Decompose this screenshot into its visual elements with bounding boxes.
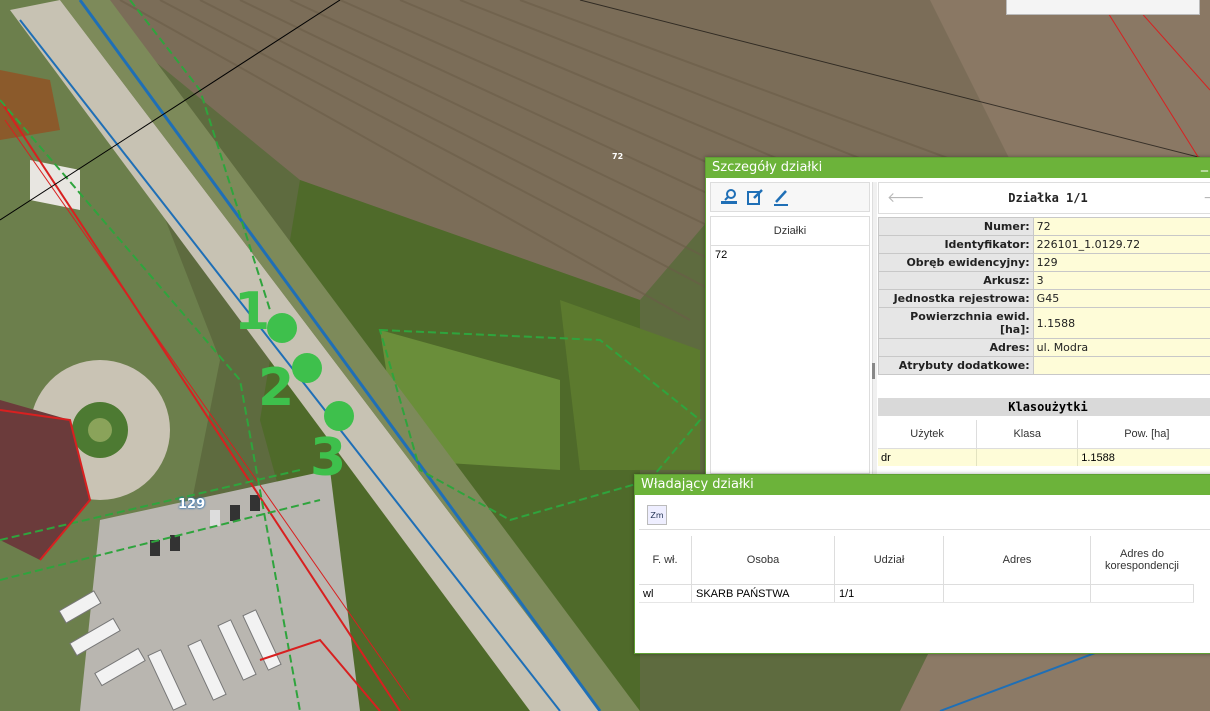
col-udzial[interactable]: Udział <box>834 536 944 585</box>
cell-uzytek: dr <box>878 448 978 466</box>
col-uzytek[interactable]: Użytek <box>878 420 978 449</box>
prop-row-obreb: Obręb ewidencyjny: 129 <box>878 253 1210 272</box>
draw-button[interactable] <box>771 187 791 207</box>
prop-value: G45 <box>1032 289 1210 308</box>
prop-key: Powierzchnia ewid. [ha]: <box>878 307 1034 339</box>
prop-key: Identyfikator: <box>878 235 1034 254</box>
parcel-list-item[interactable]: 72 <box>711 246 869 264</box>
prop-row-numer: Numer: 72 <box>878 217 1210 236</box>
prop-value: 226101_1.0129.72 <box>1032 235 1210 254</box>
map-top-control[interactable] <box>1006 0 1200 15</box>
zoom-to-parcel-icon <box>721 189 737 204</box>
details-title-bar[interactable]: Szczegóły działki _ <box>706 158 1210 178</box>
marker-label-3: 3 <box>310 428 347 488</box>
zm-changes-button[interactable]: Zm <box>647 505 667 525</box>
prop-value: 129 <box>1032 253 1210 272</box>
marker-dot-1 <box>267 313 297 343</box>
prop-key: Atrybuty dodatkowe: <box>878 356 1034 375</box>
parcel-properties-table: Numer: 72 Identyfikator: 226101_1.0129.7… <box>878 217 1210 375</box>
table-row[interactable]: dr 1.1588 <box>878 448 1210 466</box>
prop-key: Adres: <box>878 338 1034 357</box>
next-parcel-arrow-icon[interactable]: 🡒 <box>1203 189 1210 207</box>
col-adres-korespondencji[interactable]: Adres do korespondencji <box>1090 536 1193 585</box>
cell-udzial: 1/1 <box>834 584 944 603</box>
marker-label-2: 2 <box>258 358 295 418</box>
edit-parcel-button[interactable] <box>745 187 765 207</box>
klasouzytki-header-row: Użytek Klasa Pow. [ha] <box>878 420 1210 449</box>
parcel-list: Działki 72 <box>710 216 870 474</box>
marker-dot-3 <box>324 401 354 431</box>
prop-row-jednostka: Jednostka rejestrowa: G45 <box>878 289 1210 308</box>
owners-table: F. wł. Osoba Udział Adres Adres do kores… <box>639 536 1194 603</box>
cell-pow: 1.1588 <box>1077 448 1210 466</box>
prop-value: 72 <box>1032 217 1210 236</box>
owners-window[interactable]: Władający działki Zm F. wł. Osoba Udział… <box>634 474 1210 654</box>
owners-title: Władający działki <box>641 477 754 492</box>
edit-icon <box>747 189 763 205</box>
prop-key: Obręb ewidencyjny: <box>878 253 1034 272</box>
col-forma-wlasnosci[interactable]: F. wł. <box>639 536 692 585</box>
klasouzytki-table: Użytek Klasa Pow. [ha] dr 1.1588 <box>878 420 1210 466</box>
owners-title-bar[interactable]: Władający działki <box>635 475 1210 495</box>
panel-splitter[interactable] <box>872 182 877 474</box>
prop-value: ul. Modra <box>1032 338 1210 357</box>
col-adres[interactable]: Adres <box>943 536 1091 585</box>
cell-adres-koresp <box>1090 584 1194 603</box>
prop-key: Numer: <box>878 217 1034 236</box>
details-toolbar <box>710 182 870 212</box>
prop-value: 1.1588 <box>1032 307 1210 339</box>
cell-adres <box>943 584 1091 603</box>
pencil-icon <box>774 190 788 206</box>
prop-value <box>1032 356 1210 375</box>
obreb-label: 129 <box>178 497 206 512</box>
splitter-grip[interactable] <box>872 363 875 379</box>
col-pow[interactable]: Pow. [ha] <box>1077 420 1210 449</box>
details-title: Szczegóły działki <box>712 160 823 175</box>
parcel-nav-bar: 🡐 Działka 1/1 🡒 <box>878 182 1210 214</box>
parcel-nav-title: Działka 1/1 <box>1008 191 1088 205</box>
prop-row-powierzchnia: Powierzchnia ewid. [ha]: 1.1588 <box>878 307 1210 339</box>
cell-forma: wl <box>639 584 692 603</box>
prop-key: Jednostka rejestrowa: <box>878 289 1034 308</box>
parcel-list-header: Działki <box>711 217 869 246</box>
minimize-button[interactable]: _ <box>1201 158 1208 174</box>
col-klasa[interactable]: Klasa <box>976 420 1079 449</box>
marker-dot-2 <box>292 353 322 383</box>
prop-key: Arkusz: <box>878 271 1034 290</box>
col-osoba[interactable]: Osoba <box>691 536 835 585</box>
owners-header-row: F. wł. Osoba Udział Adres Adres do kores… <box>639 536 1193 585</box>
cell-osoba: SKARB PAŃSTWA <box>691 584 835 603</box>
prop-row-atrybuty: Atrybuty dodatkowe: <box>878 356 1210 375</box>
cell-klasa <box>976 448 1079 466</box>
prop-row-adres: Adres: ul. Modra <box>878 338 1210 357</box>
parcel-details-window[interactable]: Szczegóły działki _ Działki 72 🡐 Działka… <box>705 157 1210 477</box>
prop-value: 3 <box>1032 271 1210 290</box>
owners-toolbar: Zm <box>639 501 1210 530</box>
locate-parcel-button[interactable] <box>719 187 739 207</box>
table-row[interactable]: wl SKARB PAŃSTWA 1/1 <box>639 584 1194 603</box>
prop-row-arkusz: Arkusz: 3 <box>878 271 1210 290</box>
prop-row-identyfikator: Identyfikator: 226101_1.0129.72 <box>878 235 1210 254</box>
klasouzytki-header: Klasoużytki <box>878 398 1210 416</box>
parcel-number-label: 72 <box>612 152 624 161</box>
marker-label-1: 1 <box>234 282 271 342</box>
